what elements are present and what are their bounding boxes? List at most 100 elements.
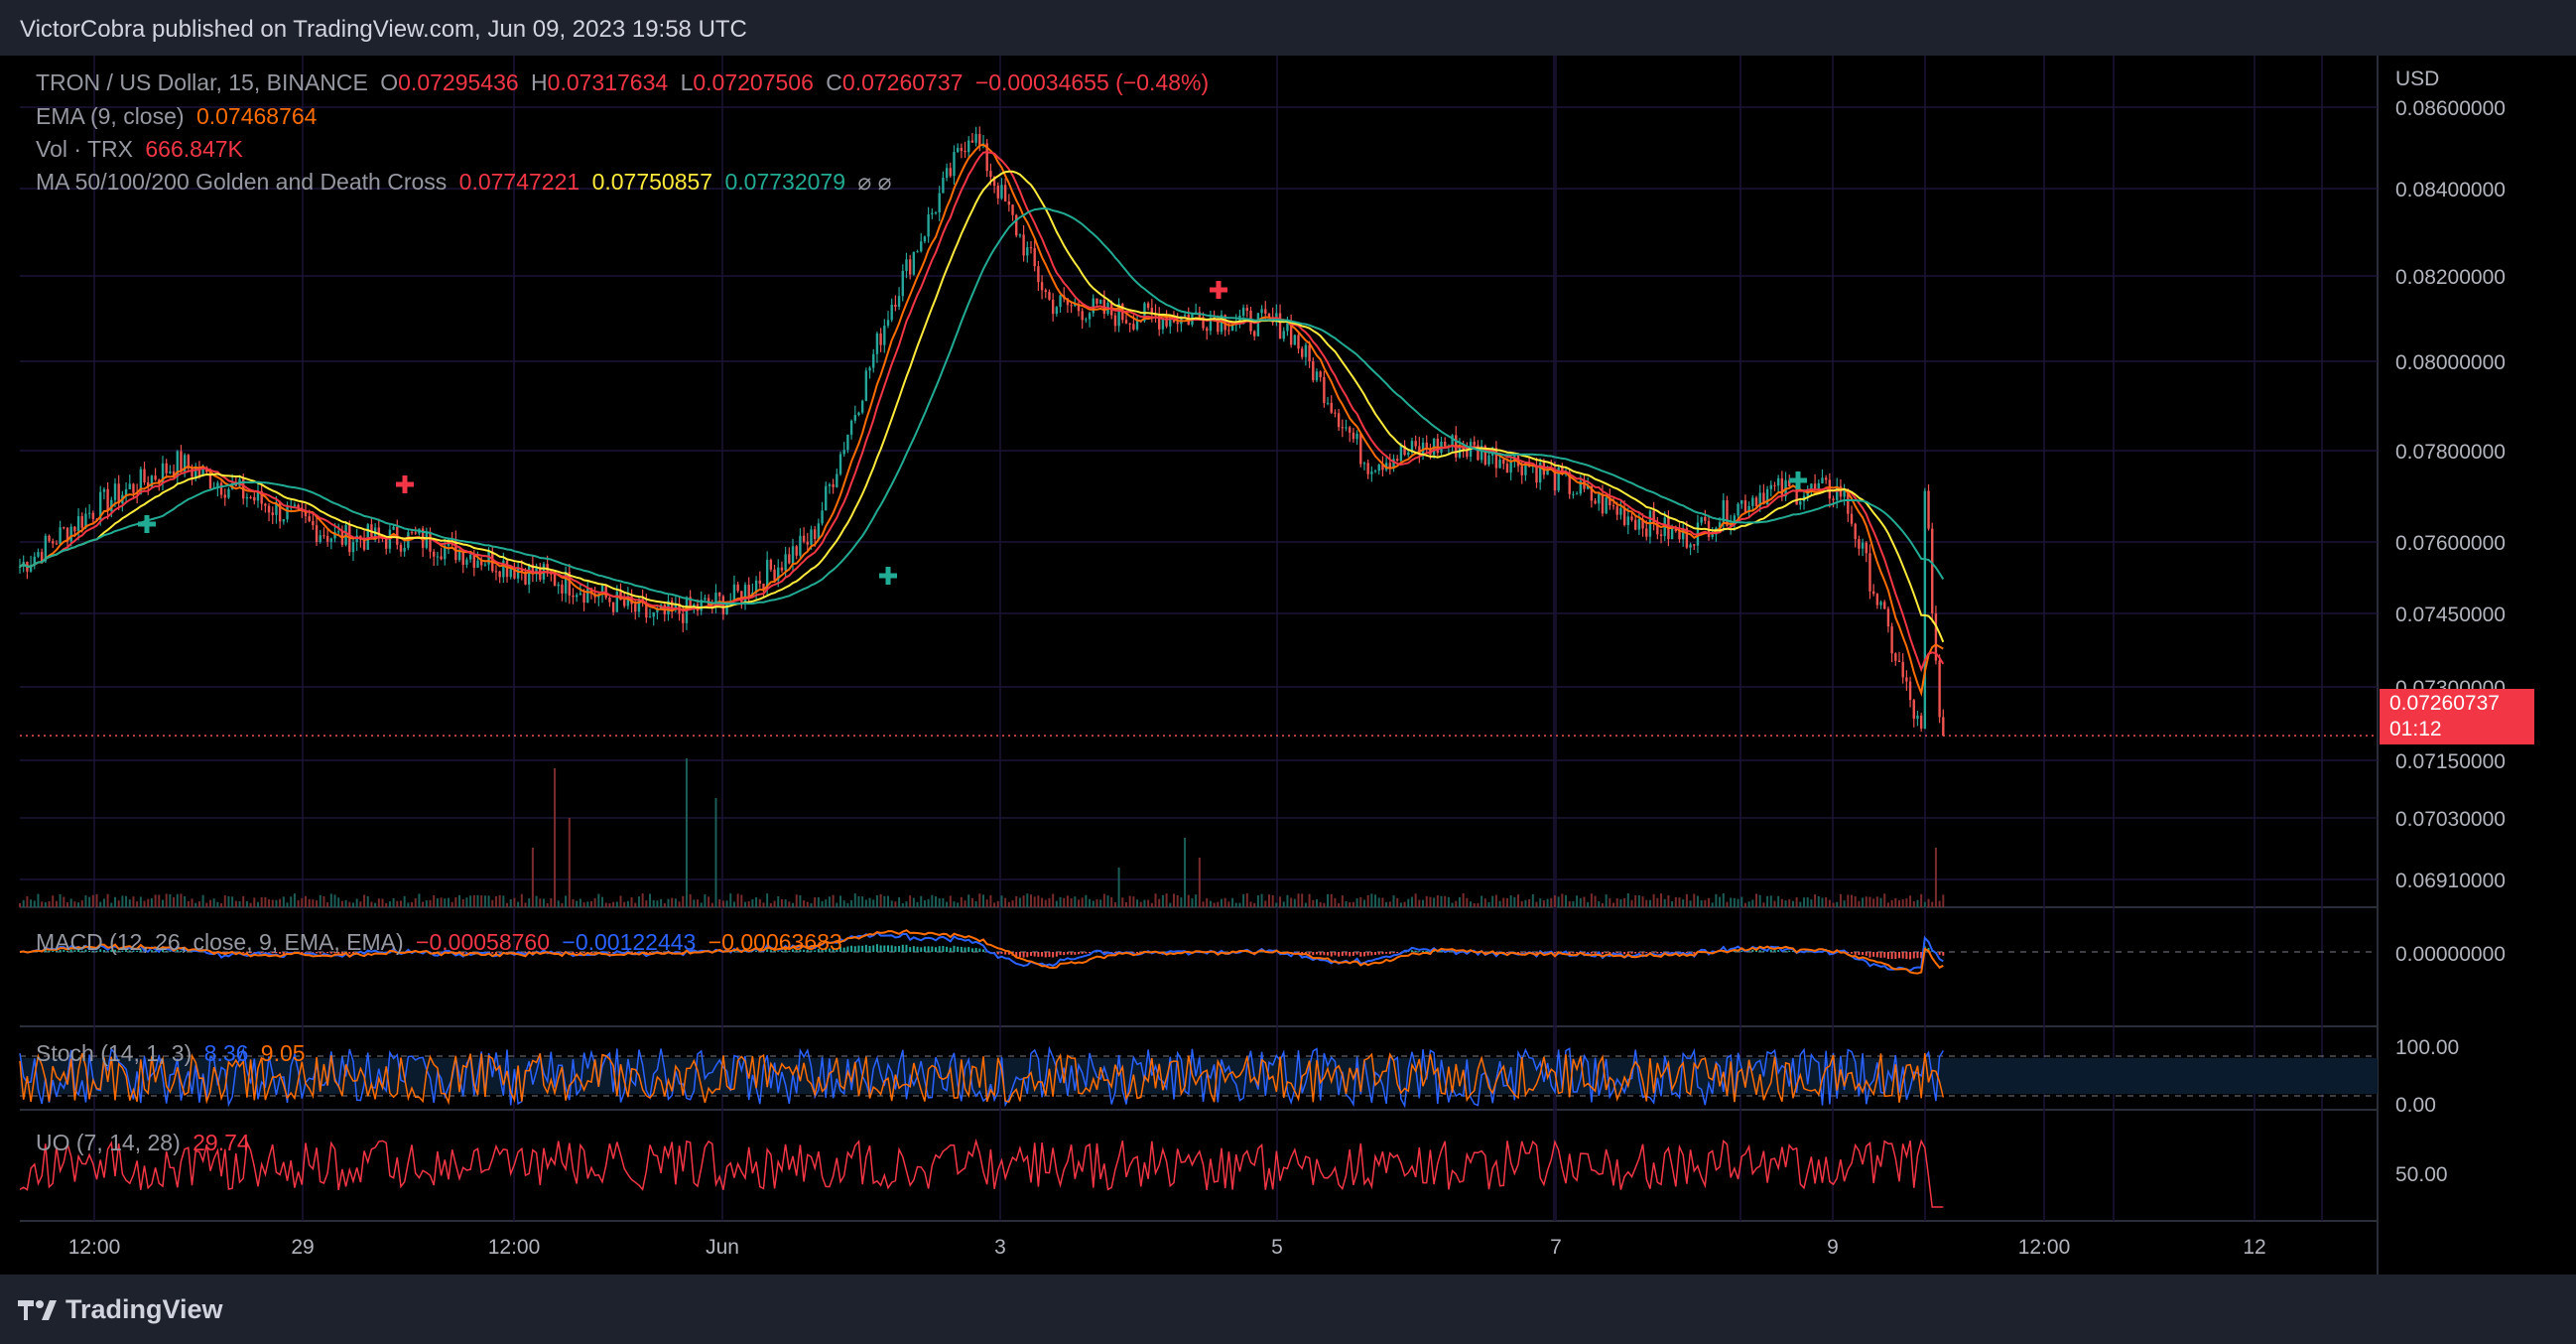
volume-bar (637, 896, 640, 907)
candle-body (1059, 295, 1062, 308)
candle-body (1890, 626, 1893, 654)
stoch-k-value: 8.36 (203, 1040, 249, 1066)
volume-bar (41, 901, 44, 907)
stoch-legend: Stoch (14, 1, 3) 8.36 9.05 (36, 1040, 312, 1067)
volume-bar (1671, 901, 1674, 907)
price-tick-label: 0.06910000 (2395, 870, 2506, 892)
macd-histogram-bar (879, 945, 882, 952)
candle-body (476, 560, 479, 568)
volume-bar (1719, 896, 1722, 907)
volume-bar (1455, 900, 1458, 907)
volume-bar (861, 896, 864, 907)
volume-bar (879, 893, 882, 907)
volume-bar (392, 898, 395, 907)
candle-body (1443, 442, 1447, 447)
volume-value: 666.847K (145, 136, 243, 162)
candle-body (1312, 361, 1315, 381)
ma-visibility-icons[interactable]: ⌀ ⌀ (857, 169, 891, 195)
candle-body (575, 595, 579, 598)
volume-bar (601, 896, 604, 907)
candle-body (1861, 542, 1865, 549)
macd-histogram-bar (1022, 952, 1025, 958)
volume-bar (708, 896, 710, 907)
candle-body (931, 212, 934, 214)
volume-bar (832, 894, 835, 907)
candle-body (392, 526, 395, 530)
volume-bar (1180, 897, 1183, 907)
candle-body (227, 488, 230, 498)
macd-histogram-bar (1865, 952, 1868, 956)
volume-bar (1865, 896, 1868, 907)
volume-bar (1396, 897, 1399, 907)
volume-bar (1791, 900, 1794, 907)
volume-bar (301, 897, 304, 907)
candle-body (322, 535, 325, 537)
candle-body (1007, 201, 1011, 205)
candle-body (1414, 441, 1417, 447)
volume-bar (853, 893, 856, 907)
volume-bar (1341, 895, 1344, 907)
candle-body (385, 538, 388, 549)
cross-marker-icon (396, 475, 414, 493)
chart-canvas[interactable]: 12:00 29 12:00 Jun 3 5 7 9 12:00 12 0.08600000 0.08… (0, 56, 2576, 1275)
volume-bar (920, 895, 923, 907)
volume-bar (293, 893, 296, 907)
volume-bar (1327, 893, 1330, 907)
candle-body (916, 251, 919, 253)
volume-bar (1843, 900, 1846, 907)
volume-bar (44, 902, 47, 907)
candle-body (1850, 513, 1854, 524)
candle-body (180, 451, 183, 471)
chart-area[interactable]: 12:00 29 12:00 Jun 3 5 7 9 12:00 12 0.08600000 0.08… (0, 56, 2576, 1275)
macd-histogram-bar (1033, 952, 1036, 957)
candle-body (934, 212, 938, 214)
macd-histogram-bar (1777, 950, 1780, 952)
volume-bar (1553, 895, 1556, 907)
candle-body (1088, 313, 1092, 320)
candle-body (253, 496, 256, 501)
macd-histogram-bar (1425, 950, 1428, 952)
volume-bar (1202, 901, 1205, 907)
candle-body (791, 546, 795, 564)
candle-body (267, 505, 271, 513)
macd-histogram-bar (1751, 949, 1754, 952)
volume-bar (1436, 895, 1439, 907)
candle-body (1711, 534, 1714, 538)
candle-body (102, 488, 106, 492)
candle-body (440, 556, 443, 560)
price-tick-label: 0.07150000 (2395, 750, 2506, 773)
volume-bar (1366, 894, 1369, 907)
time-tick-label: 29 (291, 1236, 314, 1259)
candle-body (249, 496, 252, 498)
volume-bar (194, 902, 197, 907)
volume-bar (1213, 902, 1216, 907)
volume-bar (967, 894, 970, 907)
tradingview-logo[interactable]: TradingView (18, 1294, 223, 1325)
cross-marker-icon (879, 567, 897, 585)
volume-bar (784, 899, 787, 907)
candle-body (165, 463, 168, 473)
volume-bar (1927, 898, 1930, 907)
candle-body (864, 370, 868, 401)
volume-bar (1238, 902, 1241, 907)
volume-bar (234, 900, 237, 907)
volume-bar (836, 902, 838, 907)
candle-body (1535, 465, 1538, 483)
volume-bar (282, 896, 285, 907)
candle-body (362, 539, 366, 550)
volume-bar (1033, 896, 1036, 907)
volume-bar (399, 900, 402, 907)
macd-histogram-bar (909, 947, 912, 952)
candle-body (1253, 331, 1256, 336)
macd-histogram-bar (850, 945, 853, 952)
candle-body (810, 529, 813, 545)
volume-bar (1568, 900, 1571, 907)
volume-bar (319, 894, 322, 907)
volume-bar (531, 848, 534, 907)
macd-histogram-bar (1362, 952, 1365, 957)
macd-histogram-bar (931, 946, 934, 952)
volume-bar (868, 897, 871, 907)
macd-histogram-bar (1066, 952, 1069, 955)
candle-body (828, 484, 832, 486)
candle-body (169, 470, 172, 473)
